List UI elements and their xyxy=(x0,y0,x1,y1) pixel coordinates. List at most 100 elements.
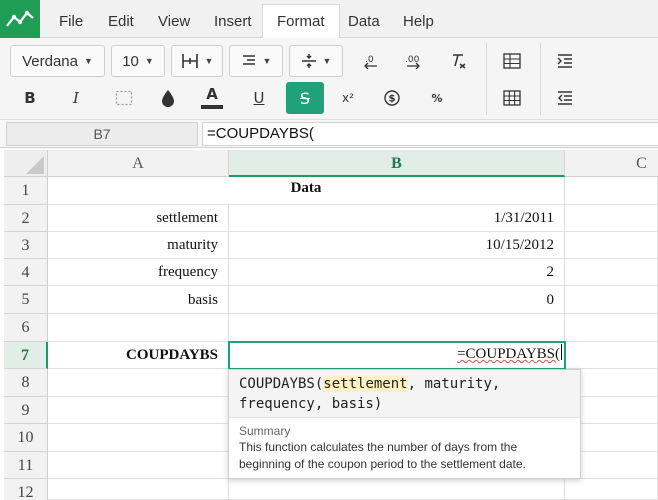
cell-a10[interactable] xyxy=(48,424,229,452)
fill-color-button[interactable] xyxy=(152,82,184,114)
cell-a2[interactable]: settlement xyxy=(48,205,229,232)
row-header-12[interactable]: 12 xyxy=(4,479,48,500)
cell-c5[interactable] xyxy=(565,286,658,314)
cell-a7[interactable]: COUPDAYBS xyxy=(48,342,229,369)
font-size-select[interactable]: 10 ▼ xyxy=(111,45,165,77)
cell-b1[interactable]: Data xyxy=(48,177,565,205)
menu-bar: File Edit View Insert Format Data Help xyxy=(0,0,658,39)
currency-button[interactable]: $ xyxy=(376,82,408,114)
outdent-button[interactable] xyxy=(549,82,581,114)
select-all-corner[interactable] xyxy=(4,150,48,177)
text-color-button[interactable]: A xyxy=(196,82,228,114)
cell-a3[interactable]: maturity xyxy=(48,232,229,259)
row-header-1[interactable]: 1 xyxy=(4,177,48,205)
row-header-10[interactable]: 10 xyxy=(4,424,48,452)
toolbar-separator xyxy=(540,43,541,115)
align-button[interactable]: ▼ xyxy=(229,45,283,77)
cell-b4[interactable]: 2 xyxy=(229,259,565,286)
text-cursor xyxy=(561,344,562,360)
strikethrough-button[interactable]: S xyxy=(286,82,324,114)
menu-insert[interactable]: Insert xyxy=(199,4,267,38)
row-header-6[interactable]: 6 xyxy=(4,314,48,342)
align-right-icon xyxy=(242,55,255,65)
increase-decimal-button[interactable]: .00 xyxy=(397,45,431,77)
cell-a6[interactable] xyxy=(48,314,229,342)
function-name: COUPDAYBS( xyxy=(239,376,324,392)
cell-name-box[interactable]: B7 xyxy=(6,122,198,146)
row-header-8[interactable]: 8 xyxy=(4,369,48,397)
dotted-border-icon xyxy=(115,90,133,106)
menu-data[interactable]: Data xyxy=(333,4,395,38)
cell-a8[interactable] xyxy=(48,369,229,397)
cell-c12[interactable] xyxy=(565,479,658,500)
menu-help[interactable]: Help xyxy=(388,4,449,38)
function-signature: COUPDAYBS(settlement, maturity, frequenc… xyxy=(229,370,580,418)
cell-a4[interactable]: frequency xyxy=(48,259,229,286)
indent-icon xyxy=(557,54,572,68)
borders-button[interactable]: ▼ xyxy=(171,45,223,77)
dollar-icon: $ xyxy=(384,90,400,106)
decrease-decimal-icon: .0 xyxy=(364,55,377,69)
table-grid-icon xyxy=(503,90,521,106)
cell-a9[interactable] xyxy=(48,397,229,424)
cell-c7[interactable] xyxy=(566,342,658,369)
cell-c6[interactable] xyxy=(565,314,658,342)
cell-c4[interactable] xyxy=(565,259,658,286)
clear-format-button[interactable] xyxy=(443,45,475,77)
table-borders-button[interactable] xyxy=(496,82,528,114)
borders-icon xyxy=(181,54,198,68)
cell-b12[interactable] xyxy=(229,479,565,500)
cell-c3[interactable] xyxy=(565,232,658,259)
argument-list-line2: frequency, basis) xyxy=(239,396,383,412)
cell-border-button[interactable] xyxy=(108,82,140,114)
toolbar-separator xyxy=(486,43,487,115)
app-logo[interactable] xyxy=(0,0,40,38)
cell-b6[interactable] xyxy=(229,314,565,342)
underline-button[interactable]: U xyxy=(243,82,275,114)
row-header-7[interactable]: 7 xyxy=(4,342,48,369)
increase-decimal-icon: .00 xyxy=(405,55,420,69)
cell-c1[interactable] xyxy=(565,177,658,205)
row-header-9[interactable]: 9 xyxy=(4,397,48,424)
percent-button[interactable]: % xyxy=(421,82,453,114)
indent-button[interactable] xyxy=(549,45,581,77)
toolbar: Verdana ▼ 10 ▼ ▼ ▼ ▼ .0 .00 B I A U S x² $ xyxy=(0,38,658,120)
app-logo-icon xyxy=(6,10,34,27)
chevron-down-icon: ▼ xyxy=(144,56,154,66)
clear-format-icon xyxy=(453,54,466,69)
menu-file[interactable]: File xyxy=(44,4,98,38)
cell-b3[interactable]: 10/15/2012 xyxy=(229,232,565,259)
chevron-down-icon: ▼ xyxy=(83,56,93,66)
current-argument: settlement xyxy=(323,376,408,392)
menu-edit[interactable]: Edit xyxy=(93,4,149,38)
row-header-3[interactable]: 3 xyxy=(4,232,48,259)
summary-title: Summary xyxy=(239,424,291,438)
column-header-b[interactable]: B xyxy=(229,150,565,177)
column-header-a[interactable]: A xyxy=(48,150,229,177)
row-header-4[interactable]: 4 xyxy=(4,259,48,286)
cell-c2[interactable] xyxy=(565,205,658,232)
outdent-icon xyxy=(558,91,572,105)
text-color-swatch xyxy=(201,105,223,109)
row-header-5[interactable]: 5 xyxy=(4,286,48,314)
cell-a11[interactable] xyxy=(48,452,229,479)
vertical-align-button[interactable]: ▼ xyxy=(289,45,343,77)
active-cell-b7[interactable]: =COUPDAYBS( xyxy=(228,341,566,370)
column-header-c[interactable]: C xyxy=(565,150,658,177)
menu-view[interactable]: View xyxy=(143,4,205,38)
cell-a5[interactable]: basis xyxy=(48,286,229,314)
cell-a12[interactable] xyxy=(48,479,229,500)
decrease-decimal-button[interactable]: .0 xyxy=(353,45,385,77)
bold-button[interactable]: B xyxy=(14,82,46,114)
svg-text:.0: .0 xyxy=(365,55,374,65)
row-header-11[interactable]: 11 xyxy=(4,452,48,479)
superscript-button[interactable]: x² xyxy=(332,82,364,114)
formula-input[interactable]: =COUPDAYBS( xyxy=(202,122,658,146)
cell-b5[interactable]: 0 xyxy=(229,286,565,314)
insert-table-button[interactable] xyxy=(496,45,528,77)
cell-b2[interactable]: 1/31/2011 xyxy=(229,205,565,232)
row-header-2[interactable]: 2 xyxy=(4,205,48,232)
menu-format[interactable]: Format xyxy=(262,4,340,39)
font-family-select[interactable]: Verdana ▼ xyxy=(10,45,105,77)
italic-button[interactable]: I xyxy=(60,82,92,114)
